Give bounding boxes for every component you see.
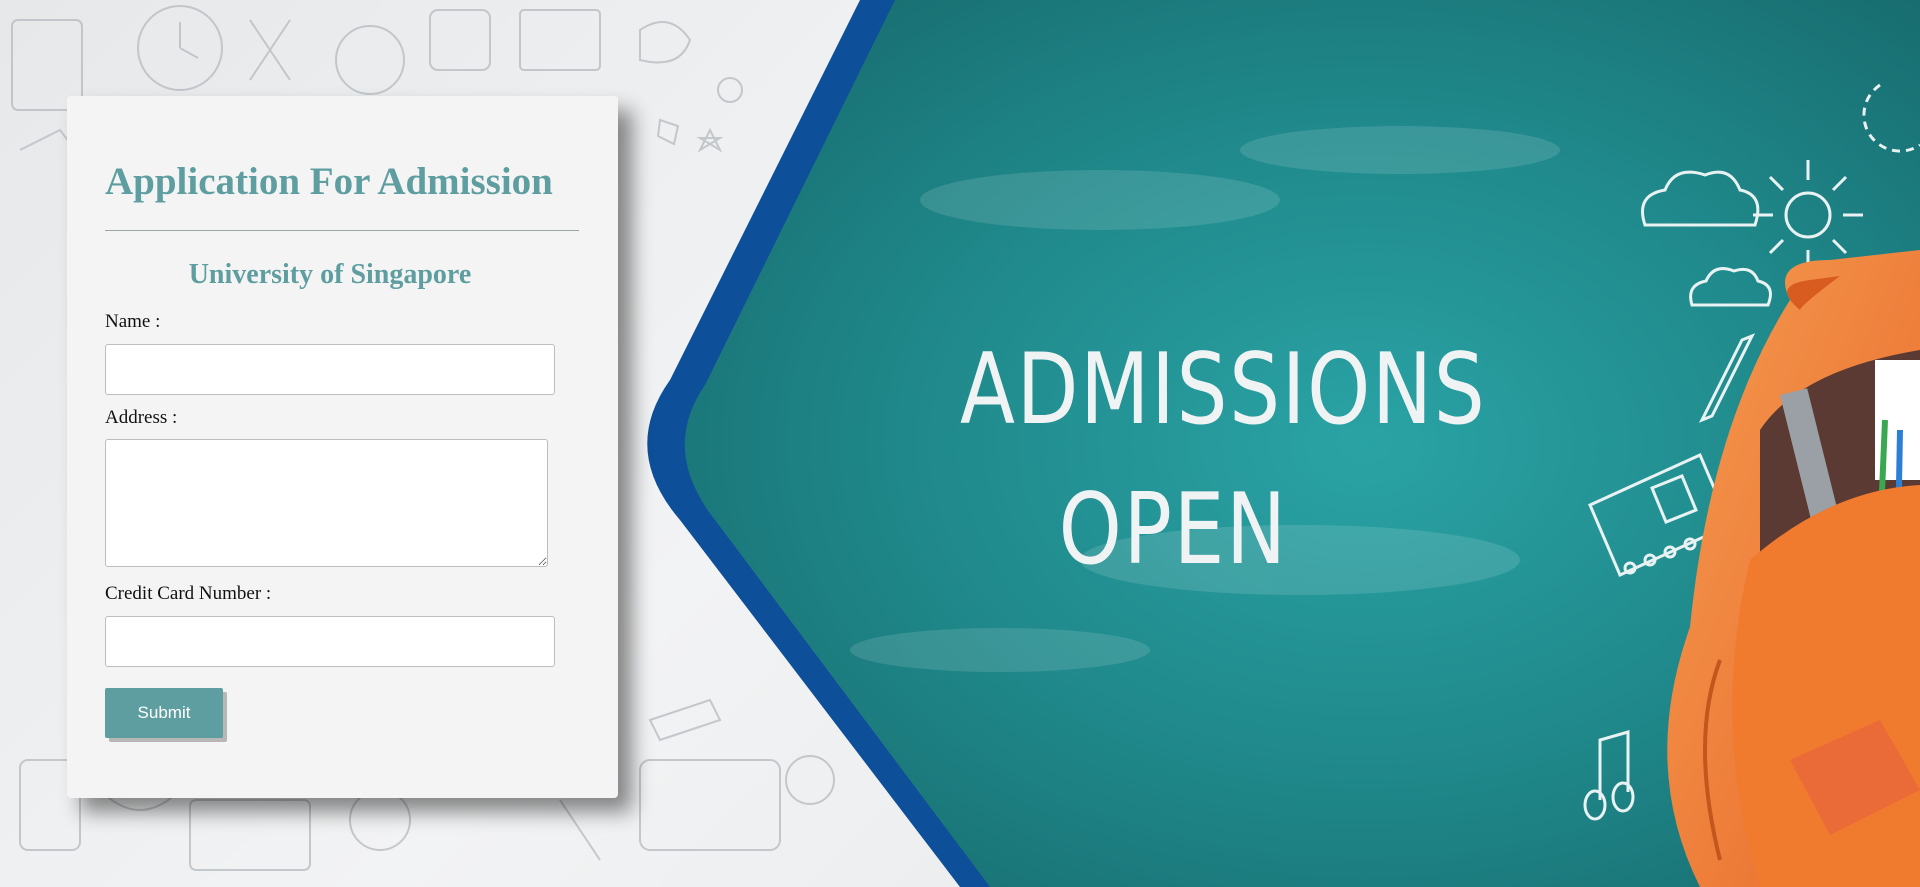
credit-card-input[interactable] xyxy=(105,616,555,667)
name-input[interactable] xyxy=(105,344,555,395)
admission-form-card: Application For Admission University of … xyxy=(67,96,618,798)
credit-card-label: Credit Card Number : xyxy=(105,583,272,604)
banner-line-1: ADMISSIONS xyxy=(960,333,1487,447)
name-label: Name : xyxy=(105,311,161,332)
form-title: Application For Admission xyxy=(105,160,553,203)
submit-button[interactable]: Submit xyxy=(105,688,223,738)
university-name: University of Singapore xyxy=(188,259,472,290)
page-background: ADMISSIONS OPEN Application For Admissio… xyxy=(0,0,1920,887)
address-label: Address : xyxy=(105,407,178,428)
address-textarea[interactable] xyxy=(105,439,548,567)
title-divider xyxy=(105,230,579,231)
banner-line-2: OPEN xyxy=(1058,473,1288,587)
admissions-open-banner: ADMISSIONS OPEN xyxy=(960,320,1487,600)
